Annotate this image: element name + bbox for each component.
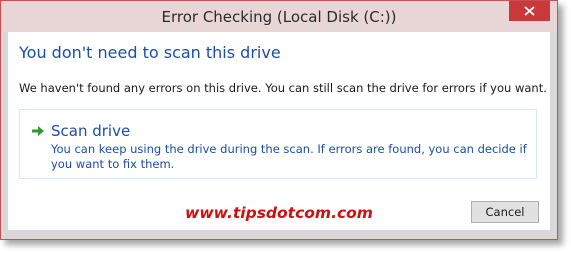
watermark-text: www.tipsdotcom.com: [185, 204, 373, 222]
scan-drive-description: You can keep using the drive during the …: [51, 142, 527, 171]
green-arrow-icon: [32, 126, 44, 136]
close-button[interactable]: [509, 1, 550, 21]
scan-drive-option[interactable]: Scan drive You can keep using the drive …: [19, 109, 537, 179]
scan-drive-title: Scan drive: [51, 122, 131, 140]
cancel-button[interactable]: Cancel: [471, 201, 539, 223]
window-title: Error Checking (Local Disk (C:)): [161, 8, 397, 26]
dialog-heading: You don't need to scan this drive: [19, 43, 281, 62]
title-bar[interactable]: Error Checking (Local Disk (C:)): [1, 1, 557, 32]
dialog-content: You don't need to scan this drive We hav…: [8, 32, 550, 230]
error-checking-window: Error Checking (Local Disk (C:)) You don…: [0, 0, 558, 240]
dialog-message: We haven't found any errors on this driv…: [19, 81, 547, 95]
close-icon: [524, 6, 535, 16]
